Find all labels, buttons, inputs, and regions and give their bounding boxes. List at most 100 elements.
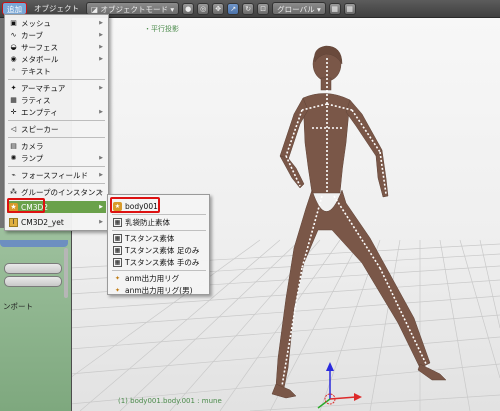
- menu-item-label: アーマチュア: [21, 83, 66, 93]
- menu-item-curve[interactable]: ∿ カーブ ▶: [7, 29, 106, 41]
- submenu-arrow-icon: ▶: [99, 204, 103, 210]
- menu-item-label: サーフェス: [21, 42, 59, 52]
- layers-icon[interactable]: ▦: [343, 2, 356, 15]
- curve-icon: ∿: [10, 31, 17, 39]
- menu-separator: [8, 183, 105, 184]
- submenu-item-label: anm出力用リグ(男): [125, 285, 193, 295]
- body001-highlight-box: [110, 197, 160, 213]
- pivot-icon[interactable]: ◎: [197, 2, 210, 15]
- group-instance-icon: ⁂: [10, 188, 17, 196]
- transform-gizmo: [317, 362, 362, 409]
- menu-item-empty[interactable]: ✛ エンプティ ▶: [7, 106, 106, 118]
- menu-item-metaball[interactable]: ◉ メタボール ▶: [7, 53, 106, 65]
- menu-separator: [112, 270, 206, 271]
- cm3d2-highlight-box: [7, 198, 45, 213]
- submenu-arrow-icon: ▶: [99, 109, 103, 115]
- mesh-body-icon: ▦: [113, 217, 122, 227]
- menu-separator: [8, 166, 105, 167]
- submenu-arrow-icon: ▶: [99, 32, 103, 38]
- active-object-label: (1) body001.body.001 : mune: [118, 397, 222, 405]
- submenu-item-label: Tスタンス素体 手のみ: [125, 257, 200, 267]
- submenu-item-t-stance-legs[interactable]: ▦ Tスタンス素体 足のみ: [111, 244, 208, 256]
- rotate-icon[interactable]: ↻: [242, 2, 255, 15]
- submenu-item-label: 乳袋防止素体: [125, 217, 170, 227]
- submenu-item-anm-rig[interactable]: ✦ anm出力用リグ: [111, 272, 208, 284]
- force-field-icon: ⌁: [11, 171, 16, 179]
- menu-item-lattice[interactable]: ▦ ラティス: [7, 94, 106, 106]
- chevron-down-icon: ▾: [314, 5, 321, 14]
- menu-item-cm3d2-yet[interactable]: I CM3D2_yet ▶: [7, 216, 106, 228]
- menu-item-speaker[interactable]: ◁ スピーカー: [7, 123, 106, 135]
- menu-separator: [8, 120, 105, 121]
- submenu-item-label: anm出力用リグ: [125, 273, 180, 283]
- menu-item-label: スピーカー: [21, 124, 59, 134]
- shelf-field-1[interactable]: [4, 263, 62, 274]
- shelf-panel: [0, 228, 71, 411]
- menu-item-surface[interactable]: ◒ サーフェス ▶: [7, 41, 106, 53]
- menu-item-label: カーブ: [21, 30, 44, 40]
- shelf-tab[interactable]: [0, 240, 68, 247]
- menu-separator: [8, 79, 105, 80]
- shading-icon[interactable]: ●: [182, 2, 195, 15]
- surface-icon: ◒: [10, 43, 17, 51]
- submenu-item-anm-rig-male[interactable]: ✦ anm出力用リグ(男): [111, 284, 208, 296]
- armature-icon: ✦: [10, 84, 17, 92]
- submenu-item-label: Tスタンス素体: [125, 233, 175, 243]
- mesh-body-icon: ▦: [113, 257, 122, 267]
- chevron-down-icon: ▾: [167, 5, 175, 14]
- submenu-arrow-icon: ▶: [99, 56, 103, 62]
- menu-separator: [8, 137, 105, 138]
- submenu-arrow-icon: ▶: [99, 155, 103, 161]
- submenu-arrow-icon: ▶: [99, 85, 103, 91]
- menu-item-mesh[interactable]: ▣ メッシュ ▶: [7, 17, 106, 29]
- character-model: [271, 45, 447, 399]
- text-icon: ᵃ: [12, 67, 15, 75]
- lamp-icon: ✺: [10, 154, 17, 162]
- submenu-arrow-icon: ▶: [99, 20, 103, 26]
- menu-item-lamp[interactable]: ✺ ランプ ▶: [7, 152, 106, 164]
- menu-item-label: エンプティ: [21, 107, 58, 117]
- submenu-item-anti-bulge-body[interactable]: ▦ 乳袋防止素体: [111, 216, 208, 228]
- orientation-label: グローバル: [277, 5, 315, 14]
- menu-item-group-instance[interactable]: ⁂ グループのインスタンス ▶: [7, 186, 106, 198]
- manipulator-toggle-icon[interactable]: ✥: [212, 2, 225, 15]
- submenu-arrow-icon: ▶: [99, 219, 103, 225]
- menu-item-label: テキスト: [21, 66, 51, 76]
- menu-item-armature[interactable]: ✦ アーマチュア ▶: [7, 82, 106, 94]
- menu-item-label: グループのインスタンス: [21, 187, 103, 197]
- rig-icon: ✦: [114, 286, 121, 294]
- rig-icon: ✦: [114, 274, 121, 282]
- submenu-item-label: Tスタンス素体 足のみ: [125, 245, 200, 255]
- orientation-select[interactable]: グローバル ▾: [272, 2, 326, 15]
- submenu-arrow-icon: ▶: [99, 44, 103, 50]
- camera-icon: ▤: [10, 142, 17, 150]
- menu-item-label: ラティス: [21, 95, 51, 105]
- layers-icon[interactable]: ▦: [328, 2, 341, 15]
- speaker-icon: ◁: [10, 125, 17, 133]
- submenu-item-t-stance[interactable]: ▦ Tスタンス素体: [111, 232, 208, 244]
- mode-select-label: オブジェクトモード: [100, 5, 168, 14]
- menu-item-label: メッシュ: [21, 18, 51, 28]
- view-mode-label: ・平行投影: [144, 25, 179, 33]
- metaball-icon: ◉: [10, 55, 17, 63]
- shelf-field-2[interactable]: [4, 276, 62, 287]
- menu-separator: [112, 214, 206, 215]
- import-label: ンポート: [3, 302, 33, 311]
- menu-item-text[interactable]: ᵃ テキスト: [7, 65, 106, 77]
- submenu-item-t-stance-hands[interactable]: ▦ Tスタンス素体 手のみ: [111, 256, 208, 268]
- menu-item-camera[interactable]: ▤ カメラ: [7, 140, 106, 152]
- mesh-icon: ▣: [10, 19, 17, 27]
- menu-separator: [112, 230, 206, 231]
- lattice-icon: ▦: [10, 96, 17, 104]
- menu-item-label: ランプ: [21, 153, 44, 163]
- mesh-body-icon: ▦: [113, 233, 122, 243]
- shelf-scrollbar[interactable]: [64, 248, 68, 298]
- menu-item-label: カメラ: [21, 141, 44, 151]
- cm3d2-yet-icon: I: [9, 217, 18, 227]
- submenu-arrow-icon: ▶: [99, 189, 103, 195]
- scale-icon[interactable]: ⊡: [257, 2, 270, 15]
- translate-icon[interactable]: ↗: [227, 2, 240, 15]
- menu-item-force-field[interactable]: ⌁ フォースフィールド ▶: [7, 169, 106, 181]
- menu-item-label: フォースフィールド: [21, 170, 88, 180]
- menu-item-label: メタボール: [21, 54, 59, 64]
